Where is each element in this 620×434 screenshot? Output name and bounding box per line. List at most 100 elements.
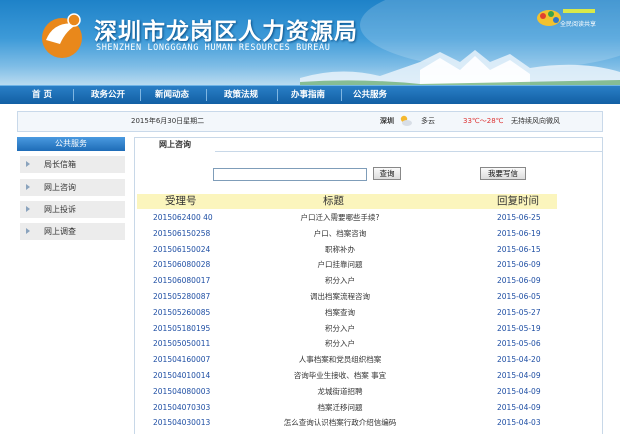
- row-date: 2015-06-05: [497, 291, 541, 301]
- table-row[interactable]: 201505260085 档案查询 2015-05-27: [137, 305, 557, 321]
- search-input[interactable]: [213, 168, 367, 181]
- row-date: 2015-06-25: [497, 213, 541, 222]
- table-row[interactable]: 201505180195 积分入户 2015-05-19: [137, 321, 557, 337]
- sidebar-title: 公共服务: [17, 137, 125, 151]
- row-date: 2015-04-20: [497, 355, 541, 365]
- table-row[interactable]: 201506080017 积分入户 2015-06-09: [137, 273, 557, 289]
- row-title[interactable]: 积分入户: [250, 321, 430, 337]
- row-title[interactable]: 户口迁入需要哪些手续?: [250, 210, 430, 226]
- arrow-right-icon: [26, 228, 30, 234]
- nav-divider: [277, 89, 278, 101]
- banner-stadium-illustration: [300, 50, 620, 85]
- tab-online-consult[interactable]: 网上咨询: [135, 138, 215, 153]
- table-row[interactable]: 201504080003 龙城街道招聘 2015-04-09: [137, 384, 557, 400]
- row-id[interactable]: 201506080017: [153, 273, 210, 289]
- nav-gov-affairs[interactable]: 政务公开: [82, 86, 134, 104]
- current-date: 2015年6月30日星期二: [131, 117, 205, 125]
- nav-divider: [341, 89, 342, 101]
- row-title[interactable]: 户口挂靠问题: [250, 257, 430, 273]
- row-date: 2015-05-27: [497, 307, 541, 317]
- header-banner: 深圳市龙岗区人力资源局 SHENZHEN LONGGGANG HUMAN RES…: [0, 0, 620, 85]
- row-id[interactable]: 201506150258: [153, 226, 210, 242]
- write-letter-button[interactable]: 我要写信: [480, 167, 526, 180]
- nav-divider: [140, 89, 141, 101]
- site-title-en: SHENZHEN LONGGGANG HUMAN RESOURCES BUREA…: [96, 43, 331, 53]
- row-date: 2015-06-19: [497, 228, 541, 238]
- row-title[interactable]: 积分入户: [250, 273, 430, 289]
- row-date: 2015-05-06: [497, 339, 541, 349]
- row-id[interactable]: 201506150024: [153, 242, 210, 258]
- row-title[interactable]: 档案迁移问题: [250, 400, 430, 416]
- row-id[interactable]: 201504070303: [153, 400, 210, 416]
- row-id[interactable]: 201505280087: [153, 289, 210, 305]
- table-row[interactable]: 201504030013 怎么查询认识档案行政介绍信编码 2015-04-03: [137, 415, 557, 431]
- weather-wind: 无持续风向微风: [511, 117, 560, 125]
- sidebar-item-label: 网上咨询: [44, 183, 76, 192]
- arrow-right-icon: [26, 184, 30, 190]
- sidebar-item-online-survey[interactable]: 网上调查: [20, 223, 125, 241]
- table-row[interactable]: 201505280087 调出档案流程咨询 2015-06-05: [137, 289, 557, 305]
- row-date: 2015-04-09: [497, 370, 541, 380]
- table-row[interactable]: 201506080028 户口挂靠问题 2015-06-09: [137, 257, 557, 273]
- sidebar-item-director-mailbox[interactable]: 局长信箱: [20, 156, 125, 174]
- row-id[interactable]: 201506080028: [153, 257, 210, 273]
- site-title: 深圳市龙岗区人力资源局: [94, 19, 358, 45]
- nav-divider: [206, 89, 207, 101]
- table-row[interactable]: 201504070303 档案迁移问题 2015-04-09: [137, 400, 557, 416]
- row-date: 2015-06-09: [497, 260, 541, 270]
- table-row[interactable]: 2015062400 40 户口迁入需要哪些手续? 2015-06-25: [137, 210, 557, 226]
- sidebar-item-online-consult[interactable]: 网上咨询: [20, 179, 125, 197]
- column-header-title: 标题: [323, 195, 344, 207]
- row-date: 2015-04-03: [497, 418, 541, 428]
- row-id[interactable]: 201504160007: [153, 352, 210, 368]
- weather-city: 深圳: [380, 117, 394, 125]
- sidebar-item-label: 局长信箱: [44, 160, 76, 169]
- table-row[interactable]: 201505050011 积分入户 2015-05-06: [137, 336, 557, 352]
- row-title[interactable]: 咨询毕业生接收、档案 事宜: [250, 368, 430, 384]
- row-title[interactable]: 积分入户: [250, 336, 430, 352]
- row-title[interactable]: 怎么查询认识档案行政介绍信编码: [250, 415, 430, 431]
- sidebar-item-label: 网上调查: [44, 227, 76, 236]
- nav-news[interactable]: 新闻动态: [146, 86, 198, 104]
- reading-badge-label[interactable]: 全民阅读共享: [560, 19, 596, 28]
- nav-divider: [73, 89, 74, 101]
- table-row[interactable]: 201506150024 职称补办 2015-06-15: [137, 242, 557, 258]
- main-nav: 首 页 政务公开 新闻动态 政策法规 办事指南 公共服务: [0, 85, 620, 104]
- nav-public-service[interactable]: 公共服务: [344, 86, 396, 104]
- row-date: 2015-04-09: [497, 386, 541, 396]
- table-row[interactable]: 201504160007 人事档案和党员组织档案 2015-04-20: [137, 352, 557, 368]
- row-title[interactable]: 龙城街道招聘: [250, 384, 430, 400]
- nav-policies[interactable]: 政策法规: [213, 86, 269, 104]
- row-id[interactable]: 201504080003: [153, 384, 210, 400]
- row-title[interactable]: 户口、档案咨询: [250, 226, 430, 242]
- row-id[interactable]: 201504010014: [153, 368, 210, 384]
- tab-divider: [215, 151, 602, 152]
- row-id[interactable]: 201505050011: [153, 336, 210, 352]
- table-row[interactable]: 201504010014 咨询毕业生接收、档案 事宜 2015-04-09: [137, 368, 557, 384]
- row-id[interactable]: 201505260085: [153, 305, 210, 321]
- info-bar: 2015年6月30日星期二 深圳 多云 33℃～28℃ 无持续风向微风: [17, 111, 603, 132]
- weather-temperature: 33℃～28℃: [463, 117, 504, 125]
- weather-condition: 多云: [421, 117, 435, 125]
- row-title[interactable]: 调出档案流程咨询: [250, 289, 430, 305]
- sidebar-item-online-complaint[interactable]: 网上投诉: [20, 201, 125, 219]
- row-date: 2015-04-09: [497, 402, 541, 412]
- nav-guide[interactable]: 办事指南: [280, 86, 336, 104]
- row-title[interactable]: 档案查询: [250, 305, 430, 321]
- row-date: 2015-05-19: [497, 323, 541, 333]
- main-panel: 网上咨询 查询 我要写信 受理号 标题 回复时间 2015062400 40 户口…: [134, 137, 603, 434]
- table-header: 受理号 标题 回复时间: [137, 194, 557, 209]
- bureau-logo-icon: [42, 13, 82, 58]
- search-button[interactable]: 查询: [373, 167, 401, 180]
- table-row[interactable]: 201506150258 户口、档案咨询 2015-06-19: [137, 226, 557, 242]
- nav-home[interactable]: 首 页: [14, 86, 70, 104]
- row-id[interactable]: 2015062400 40: [153, 210, 213, 226]
- column-header-reply-date: 回复时间: [497, 195, 539, 207]
- sidebar-item-label: 网上投诉: [44, 205, 76, 214]
- row-id[interactable]: 201505180195: [153, 321, 210, 337]
- row-title[interactable]: 职称补办: [250, 242, 430, 258]
- cloudy-weather-icon: [400, 115, 412, 126]
- row-id[interactable]: 201504030013: [153, 415, 210, 431]
- arrow-right-icon: [26, 206, 30, 212]
- row-title[interactable]: 人事档案和党员组织档案: [250, 352, 430, 368]
